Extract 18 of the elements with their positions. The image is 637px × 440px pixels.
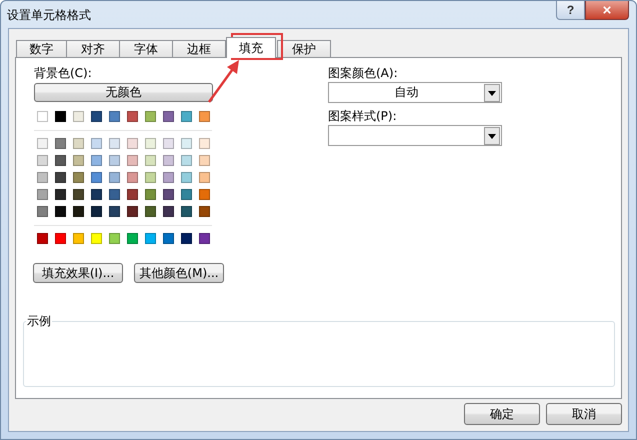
background-color-label: 背景色(C): <box>34 66 93 80</box>
pattern-color-dropdown[interactable]: 自动 <box>328 82 502 103</box>
tab[interactable]: 字体 <box>119 40 173 58</box>
pattern-style-label: 图案样式(P): <box>328 109 398 123</box>
sample-label: 示例 <box>26 314 52 328</box>
tab[interactable]: 保护 <box>277 40 331 58</box>
tab[interactable]: 边框 <box>172 40 226 58</box>
no-color-button[interactable]: 无颜色 <box>34 83 213 102</box>
pattern-color-label: 图案颜色(A): <box>328 66 399 80</box>
tab[interactable]: 数字 <box>16 40 67 58</box>
window-title: 设置单元格格式 <box>6 7 92 24</box>
dialog-button[interactable]: 其他颜色(M)... <box>134 263 224 283</box>
tab[interactable]: 对齐 <box>66 40 120 58</box>
tab[interactable]: 填充 <box>226 37 276 58</box>
dialog-button[interactable]: 取消 <box>546 403 622 425</box>
dialog-button[interactable]: 填充效果(I)... <box>33 263 123 283</box>
help-button[interactable]: ? <box>556 1 585 20</box>
dialog-button[interactable]: 确定 <box>464 403 540 425</box>
